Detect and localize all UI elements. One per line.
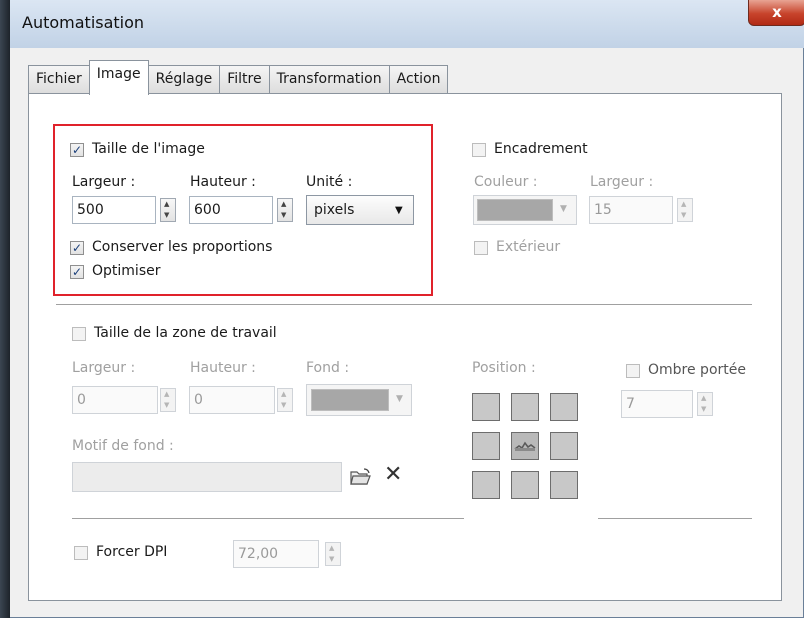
title-bar: Automatisation x [10,0,804,48]
frame-checkbox[interactable] [472,143,486,157]
frame-width-input[interactable]: 15 [589,196,673,224]
frame-color-label: Couleur : [474,174,538,190]
frame-label: Encadrement [494,141,588,157]
height-input[interactable]: 600 [189,196,273,224]
ws-width-label: Largeur : [72,360,136,376]
window-title: Automatisation [22,13,145,32]
folder-open-icon[interactable] [349,467,373,487]
dpi-spinner[interactable] [325,542,341,566]
position-top-left[interactable] [472,393,500,421]
workspace-checkbox[interactable] [72,327,86,341]
position-label: Position : [472,360,536,376]
shadow-label: Ombre portée [648,362,746,378]
optimize-label: Optimiser [92,263,161,279]
ws-width-spinner[interactable] [160,388,176,412]
unit-select-value: pixels [314,202,355,218]
optimize-checkbox[interactable]: ✓ [70,265,84,279]
chevron-down-icon: ▼ [560,204,567,214]
close-button[interactable]: x [748,0,804,26]
workspace-label: Taille de la zone de travail [94,325,277,341]
outside-checkbox[interactable] [474,241,488,255]
separator [598,518,752,519]
frame-color-swatch [477,199,553,221]
tab-action[interactable]: Action [388,65,449,94]
tab-reglage[interactable]: Réglage [147,65,221,94]
position-bottom-center[interactable] [511,471,539,499]
ws-height-input[interactable]: 0 [189,386,275,414]
unit-select[interactable]: pixels ▼ [306,195,414,225]
dpi-checkbox[interactable] [74,546,88,560]
frame-width-label: Largeur : [590,174,654,190]
keep-ratio-label: Conserver les proportions [92,239,273,255]
ws-background-label: Fond : [306,360,350,376]
tab-image[interactable]: Image [88,60,149,95]
width-input[interactable]: 500 [72,196,156,224]
chevron-down-icon: ▼ [395,205,403,216]
clear-icon[interactable]: ✕ [384,462,402,487]
position-center[interactable] [511,432,539,460]
position-top-center[interactable] [511,393,539,421]
image-size-label: Taille de l'image [92,141,205,157]
tab-strip: Fichier Image Réglage Filtre Transformat… [28,60,449,95]
tab-filtre[interactable]: Filtre [219,65,270,94]
separator [56,304,752,305]
unit-label: Unité : [306,174,353,190]
separator [72,518,464,519]
image-size-checkbox[interactable]: ✓ [70,143,84,157]
position-top-right[interactable] [550,393,578,421]
background-edge [0,0,10,618]
position-bottom-right[interactable] [550,471,578,499]
height-spinner[interactable] [277,198,293,222]
width-spinner[interactable] [160,198,176,222]
pattern-label: Motif de fond : [72,438,174,454]
position-middle-left[interactable] [472,432,500,460]
ws-background-picker[interactable]: ▼ [306,384,412,416]
keep-ratio-checkbox[interactable]: ✓ [70,241,84,255]
frame-color-picker[interactable]: ▼ [473,195,577,225]
chevron-down-icon: ▼ [396,394,403,404]
shadow-spinner[interactable] [697,392,713,416]
dpi-label: Forcer DPI [96,544,168,560]
ws-height-spinner[interactable] [277,388,293,412]
close-icon: x [772,3,782,21]
shadow-input[interactable]: 7 [621,390,693,418]
outside-label: Extérieur [496,239,561,255]
position-middle-right[interactable] [550,432,578,460]
width-label: Largeur : [72,174,136,190]
tab-transformation[interactable]: Transformation [268,65,390,94]
ws-background-swatch [311,389,389,411]
image-thumbnail-icon [514,441,536,451]
ws-width-input[interactable]: 0 [72,386,158,414]
shadow-checkbox[interactable] [626,364,640,378]
tab-fichier[interactable]: Fichier [28,65,90,94]
pattern-input[interactable] [72,462,342,492]
frame-width-spinner[interactable] [677,198,693,222]
position-bottom-left[interactable] [472,471,500,499]
ws-height-label: Hauteur : [190,360,256,376]
height-label: Hauteur : [190,174,256,190]
dpi-input[interactable]: 72,00 [233,540,319,568]
